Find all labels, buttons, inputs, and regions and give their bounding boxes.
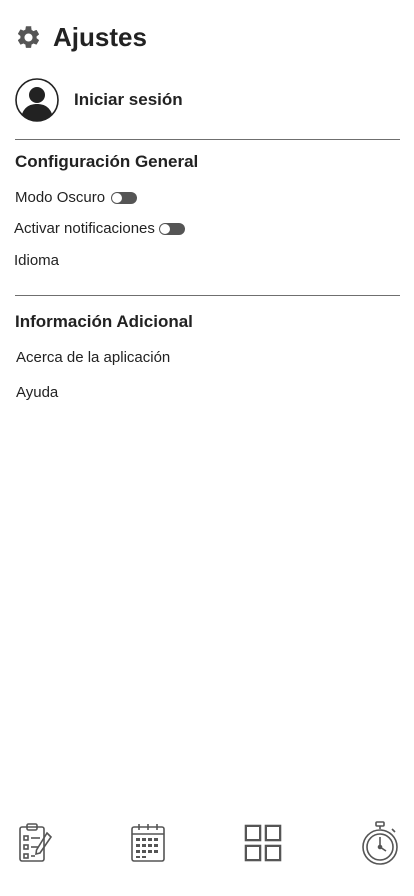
user-avatar-icon: [15, 78, 59, 122]
divider: [15, 295, 400, 296]
login-button[interactable]: Iniciar sesión: [15, 78, 183, 122]
section-title-additional: Información Adicional: [15, 312, 193, 331]
nav-item-tasks[interactable]: [15, 818, 55, 868]
section-title-general: Configuración General: [15, 152, 199, 171]
about-item[interactable]: Acerca de la aplicación: [16, 349, 170, 366]
notifications-toggle[interactable]: [158, 222, 185, 235]
nav-item-grid[interactable]: [243, 818, 283, 868]
clipboard-edit-icon: [19, 823, 53, 862]
language-label: Idioma: [14, 252, 60, 269]
dark-mode-toggle[interactable]: [111, 191, 138, 204]
dark-mode-label: Modo Oscuro: [15, 189, 106, 206]
nav-item-calendar[interactable]: [128, 818, 168, 868]
divider: [15, 139, 400, 140]
language-item[interactable]: Idioma: [14, 252, 59, 269]
about-label: Acerca de la aplicación: [16, 349, 171, 366]
notifications-row: Activar notificaciones: [14, 220, 185, 237]
notifications-label: Activar notificaciones: [14, 220, 155, 237]
grid-icon: [244, 824, 282, 862]
gear-icon: [17, 25, 40, 48]
calendar-icon: [131, 824, 165, 862]
dark-mode-row: Modo Oscuro: [15, 189, 138, 206]
nav-item-timer[interactable]: [360, 818, 400, 868]
help-item[interactable]: Ayuda: [16, 384, 58, 401]
login-label: Iniciar sesión: [74, 90, 183, 109]
page-header: Ajustes: [15, 20, 147, 54]
help-label: Ayuda: [16, 384, 59, 401]
stopwatch-icon: [362, 821, 398, 865]
bottom-nav: [0, 818, 414, 873]
page-title: Ajustes: [53, 21, 147, 52]
